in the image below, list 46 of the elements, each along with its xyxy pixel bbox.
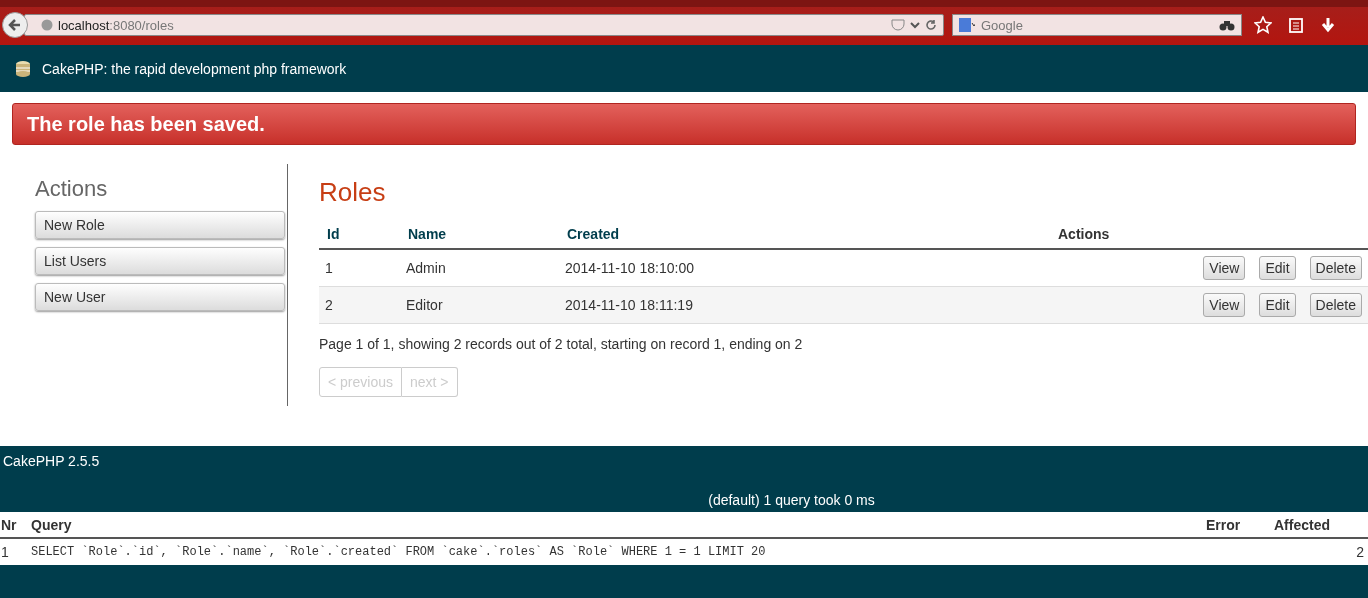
action-button[interactable]: View [1203,293,1246,317]
sidebar-link[interactable]: New User [35,283,285,311]
column-header[interactable]: Name [400,220,559,249]
column-header: Error [1202,512,1270,538]
address-field[interactable]: localhost:8080/roles [24,14,944,36]
action-button[interactable]: Delete [1309,256,1362,280]
sidebar-link[interactable]: New Role [35,211,285,239]
column-header: Nr [0,512,27,538]
back-button[interactable] [2,12,28,38]
search-field[interactable]: Google [952,14,1242,36]
page-title: Roles [319,177,387,208]
sidebar-link[interactable]: List Users [35,247,285,275]
flash-message: The role has been saved. [12,103,1356,145]
column-header: Query [27,512,1202,538]
reload-icon[interactable] [925,19,937,31]
reading-list-icon[interactable] [1288,17,1304,33]
paging-counter: Page 1 of 1, showing 2 records out of 2 total, starting on record 1, ending on 2 [319,336,804,352]
table-cell: 2 [319,286,400,324]
site-title: CakePHP: the rapid development php framework [42,60,347,77]
table-cell: 2 [1270,538,1368,565]
table-cell: 1 [0,538,27,565]
table-cell: 2014-11-10 18:11:19 [559,286,818,324]
table-cell: 1 [319,249,400,287]
sql-summary: (default) 1 query took 0 ms [707,492,876,510]
table-cell: Editor [400,286,559,324]
column-header[interactable]: Created [559,220,818,249]
table-cell: 2014-11-10 18:10:00 [559,249,818,287]
action-button[interactable]: Delete [1309,293,1362,317]
star-icon[interactable] [1254,16,1272,34]
action-button[interactable]: Edit [1259,293,1296,317]
sql-query: SELECT `Role`.`id`, `Role`.`name`, `Role`.`created` FROM `cake`.`roles` AS `Role` WHERE 1 = 1 LIMIT 20 [27,538,1202,565]
back-arrow-icon [8,18,22,32]
column-header: Affected [1270,512,1368,538]
dropdown-caret-icon[interactable] [910,20,920,30]
column-header: Actions [818,220,1368,249]
download-icon[interactable] [1320,17,1336,33]
footer-version: CakePHP 2.5.5 [2,453,101,469]
sidebar-heading: Actions [35,176,109,202]
binoculars-icon[interactable] [1219,19,1235,31]
action-button[interactable]: View [1203,256,1246,280]
search-engine-icon[interactable] [959,18,975,32]
action-button[interactable]: Edit [1259,256,1296,280]
column-header[interactable]: Id [319,220,400,249]
cake-icon [14,59,32,78]
globe-icon [41,19,53,31]
table-cell: Admin [400,249,559,287]
